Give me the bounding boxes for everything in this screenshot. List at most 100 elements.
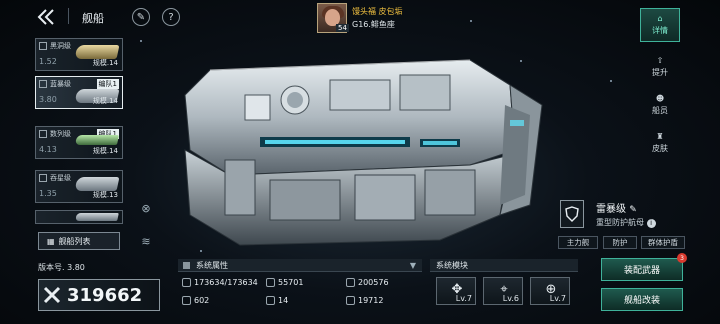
module-slot[interactable]: ⌖ Lv.6 <box>483 277 523 305</box>
ship-name: 雷暴级 ✎ <box>596 200 637 215</box>
edit-button[interactable]: ✎ <box>132 8 150 26</box>
module-level: Lv.6 <box>502 294 519 303</box>
filter-icon[interactable]: ⊗ <box>138 200 154 216</box>
ship-card-number: 4.13 <box>39 145 57 154</box>
ship-card-number: 1.35 <box>39 189 57 198</box>
nav-detail-label: 详情 <box>652 26 668 35</box>
upgrade-icon: ⇧ <box>656 56 664 65</box>
attr-armor: 55701 <box>266 278 303 287</box>
version-label: 版本号. 3.80 <box>38 263 85 272</box>
skin-icon: ♜ <box>656 132 664 141</box>
notification-badge: 3 <box>677 253 687 263</box>
modules-header: 系统模块 <box>430 259 578 272</box>
system-attributes-panel: 系统属性 ▼ 173634/173634 55701 200576 602 14… <box>178 259 422 311</box>
fleet-list-button[interactable]: ▦ 舰船列表 <box>38 232 120 250</box>
ship-card[interactable]: 数列级 编队1 4.13 规模.14 <box>35 126 123 159</box>
grid-icon: ▦ <box>47 236 55 246</box>
help-button[interactable]: ? <box>162 8 180 26</box>
shield-stat-icon <box>346 278 355 287</box>
combat-power: 319662 <box>38 279 160 311</box>
ship-class-icon <box>39 80 47 88</box>
star <box>610 80 612 82</box>
page-title: 舰船 <box>82 12 104 25</box>
attr-shield-value: 200576 <box>358 278 389 287</box>
ship-card-name: 数列级 <box>50 130 71 138</box>
commander-location: G16.鲱鱼座 <box>352 20 395 29</box>
ship-thumbnail <box>75 213 119 221</box>
ship-card-name: 吞星级 <box>50 174 71 182</box>
module-slot[interactable]: ✥ Lv.7 <box>436 277 476 305</box>
ship-thumbnail <box>74 177 120 191</box>
nav-crew[interactable]: ☻ 船员 <box>640 88 680 122</box>
nav-crew-label: 船员 <box>652 106 668 115</box>
ship-card-scale: 规模.13 <box>92 191 118 199</box>
ship-class-icon <box>39 42 47 50</box>
module-slot[interactable]: ⊕ Lv.7 <box>530 277 570 305</box>
ship-model <box>170 55 550 250</box>
attr-slots-value: 14 <box>278 296 289 305</box>
ship-card[interactable]: 黑洞级 1.52 规模.14 <box>35 38 123 71</box>
tag-capital: 主力舰 <box>558 236 598 249</box>
ship-card-scale: 规模.14 <box>92 59 118 67</box>
commander-level: 54 <box>336 24 349 32</box>
fleet-badge: 编队1 <box>96 79 119 89</box>
ship-name-text: 雷暴级 <box>596 204 626 215</box>
nav-detail[interactable]: ⌂ 详情 <box>640 8 680 42</box>
combat-power-value: 319662 <box>67 284 143 306</box>
equip-weapons-button[interactable]: 装配武器 <box>601 258 683 281</box>
ship-card-selected[interactable]: 蓝暴级 编队1 3.80 规模.14 <box>35 76 123 109</box>
module-level: Lv.7 <box>549 294 566 303</box>
ship-card-number: 3.80 <box>39 95 57 104</box>
ship-role-shield-icon <box>560 200 584 228</box>
energy-icon <box>346 296 355 305</box>
attr-speed-value: 602 <box>194 296 210 305</box>
ship-illustration <box>184 59 543 246</box>
speed-icon <box>182 296 191 305</box>
ship-class-icon <box>39 130 47 138</box>
pen-icon: ✎ <box>136 11 146 23</box>
armor-icon <box>266 278 275 287</box>
ship-card-name: 黑洞级 <box>50 42 71 50</box>
nav-upgrade[interactable]: ⇧ 提升 <box>640 50 680 84</box>
attributes-header-label: 系统属性 <box>196 261 228 270</box>
ship-role: 重型防护航母 i <box>596 217 656 228</box>
attributes-header-icon <box>183 262 190 269</box>
power-icon <box>43 286 61 304</box>
star <box>470 20 472 22</box>
info-icon[interactable]: i <box>646 219 656 228</box>
nav-skin[interactable]: ♜ 皮肤 <box>640 126 680 160</box>
attr-slots: 14 <box>266 296 288 305</box>
tag-protect: 防护 <box>603 236 637 249</box>
slots-icon <box>266 296 275 305</box>
ship-card[interactable]: 吞星级 1.35 规模.13 <box>35 170 123 203</box>
nav-skin-label: 皮肤 <box>652 144 668 153</box>
ship-role-text: 重型防护航母 <box>596 218 644 227</box>
attr-speed: 602 <box>182 296 209 305</box>
ship-card-name: 蓝暴级 <box>50 80 71 88</box>
sort-icon[interactable]: ≋ <box>138 233 154 249</box>
attr-hull-value: 173634/173634 <box>194 278 258 287</box>
rename-icon[interactable]: ✎ <box>629 205 637 215</box>
ship-modify-button[interactable]: 舰船改装 <box>601 288 683 311</box>
system-modules-panel: 系统模块 ✥ Lv.7 ⌖ Lv.6 ⊕ Lv.7 <box>430 259 578 311</box>
ship-card-scale: 规模.14 <box>92 97 118 105</box>
ship-card-number: 1.52 <box>39 57 57 66</box>
back-button[interactable] <box>34 8 56 26</box>
detail-icon: ⌂ <box>657 14 663 23</box>
attr-energy-value: 19712 <box>358 296 384 305</box>
ship-thumbnail <box>74 45 120 59</box>
fleet-list-label: 舰船列表 <box>58 236 91 246</box>
ship-card-scale: 规模.14 <box>92 147 118 155</box>
commander-name: 馒头福 皮包垢 <box>352 7 403 16</box>
ship-class-icon <box>39 174 47 182</box>
attr-armor-value: 55701 <box>278 278 304 287</box>
attr-energy: 19712 <box>346 296 383 305</box>
tag-group-shield: 群体护盾 <box>641 236 685 249</box>
module-level: Lv.7 <box>455 294 472 303</box>
ship-thumbnail <box>74 135 120 145</box>
attributes-header[interactable]: 系统属性 ▼ <box>178 259 422 272</box>
back-icon <box>37 9 54 25</box>
hull-icon <box>182 278 191 287</box>
dropdown-icon: ▼ <box>409 261 416 270</box>
ship-card-partial[interactable] <box>35 210 123 224</box>
